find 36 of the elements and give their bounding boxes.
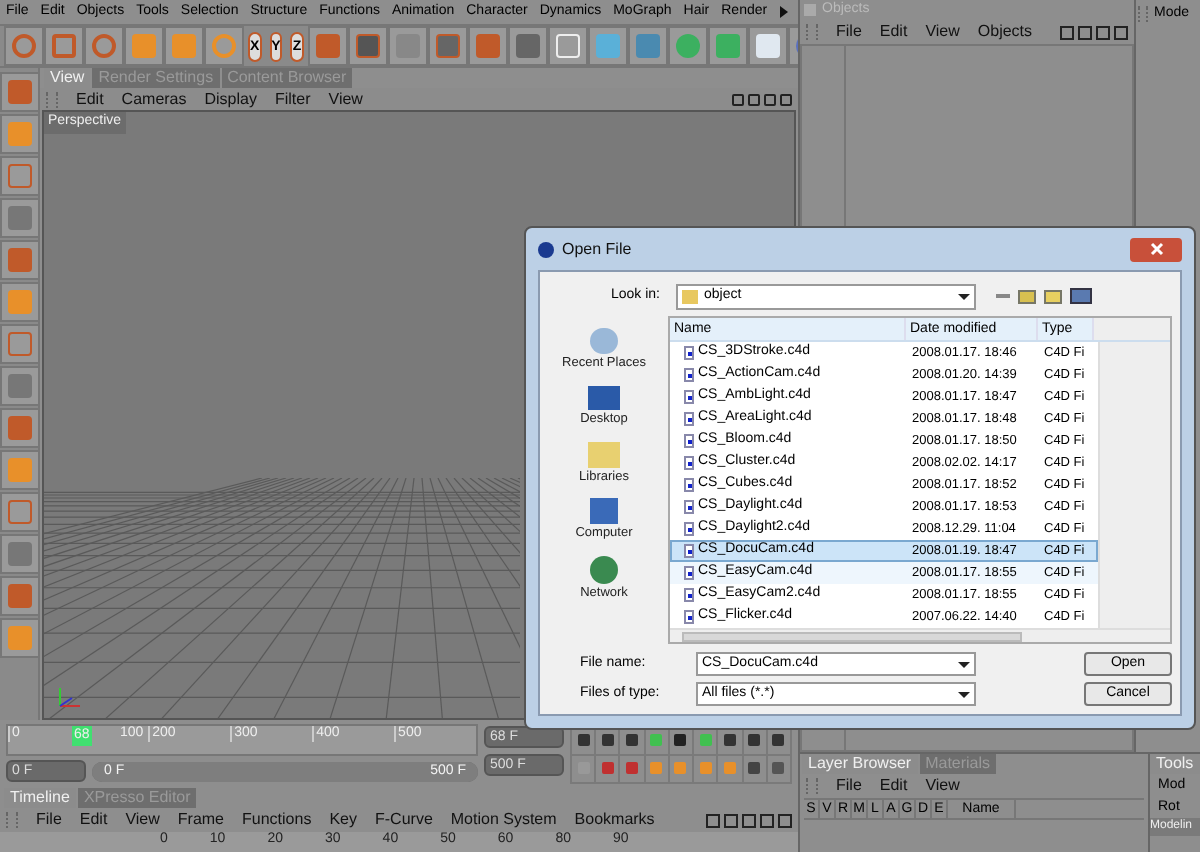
grip-icon: [6, 812, 18, 828]
vertical-scrollbar[interactable]: [1098, 342, 1170, 628]
folder-icon: [682, 289, 698, 303]
menu-item[interactable]: Motion System: [450, 808, 557, 832]
grip-icon: [46, 91, 58, 107]
menu-item[interactable]: File: [36, 808, 62, 832]
dropdown-arrow-icon: [958, 691, 970, 697]
menu-item[interactable]: Edit: [79, 808, 108, 832]
menu-item[interactable]: Filter: [274, 87, 311, 111]
close-icon: [1149, 242, 1163, 256]
axis-gizmo-icon: [56, 682, 84, 710]
menu-item[interactable]: Frame: [177, 808, 225, 832]
menu-item[interactable]: View: [328, 87, 363, 111]
grip-icon: [806, 24, 818, 40]
menu-item[interactable]: View: [125, 808, 160, 832]
menu-item[interactable]: View: [925, 774, 960, 798]
menu-item[interactable]: Bookmarks: [574, 808, 655, 832]
menu-item[interactable]: Edit: [879, 20, 908, 44]
panel-checkbox-icon: [804, 4, 816, 16]
menu-item[interactable]: File: [836, 20, 862, 44]
horizontal-scrollbar[interactable]: [670, 628, 1170, 642]
menu-item[interactable]: View: [925, 20, 960, 44]
menu-item[interactable]: File: [836, 774, 862, 798]
grip-icon: [806, 778, 818, 794]
menu-item[interactable]: Objects: [977, 20, 1033, 44]
dropdown-arrow-icon: [958, 661, 970, 667]
menu-item[interactable]: Display: [204, 87, 257, 111]
menu-item[interactable]: Edit: [879, 774, 908, 798]
menu-item[interactable]: F-Curve: [375, 808, 433, 832]
dialog-title: Open File: [562, 237, 632, 261]
menu-item[interactable]: Functions: [242, 808, 312, 832]
close-button[interactable]: [1130, 237, 1182, 261]
menu-item[interactable]: Key: [329, 808, 357, 832]
dropdown-arrow-icon: [958, 293, 970, 299]
menu-item[interactable]: Edit: [76, 87, 104, 111]
menu-item[interactable]: Cameras: [121, 87, 187, 111]
